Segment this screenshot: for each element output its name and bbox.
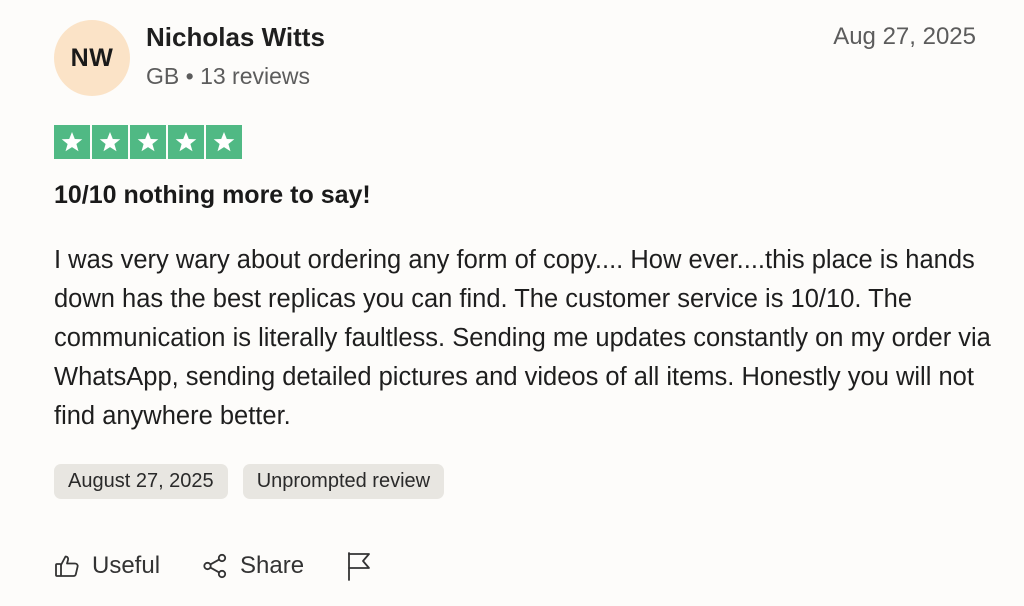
review-actions: Useful Share — [54, 551, 372, 581]
tag-unprompted-review[interactable]: Unprompted review — [242, 464, 445, 499]
star-2 — [92, 125, 128, 159]
reviewer-name[interactable]: Nicholas Witts — [146, 22, 325, 53]
share-icon — [202, 553, 228, 579]
review-title: 10/10 nothing more to say! — [54, 181, 371, 209]
thumbs-up-icon — [54, 553, 80, 579]
avatar: NW — [54, 20, 130, 96]
share-label: Share — [240, 552, 305, 579]
avatar-initials: NW — [70, 43, 114, 72]
star-icon — [137, 132, 159, 152]
star-1 — [54, 125, 90, 159]
star-icon — [213, 132, 235, 152]
star-icon — [175, 132, 197, 152]
star-3 — [130, 125, 166, 159]
share-button[interactable]: Share — [202, 552, 304, 580]
reviewer-meta: GB • 13 reviews — [146, 63, 310, 89]
review-tags: August 27, 2025 Unprompted review — [54, 464, 445, 499]
star-rating — [54, 125, 242, 159]
flag-icon — [346, 551, 372, 581]
star-4 — [168, 125, 204, 159]
star-icon — [61, 132, 83, 152]
useful-label: Useful — [92, 552, 161, 579]
star-5 — [206, 125, 242, 159]
report-button[interactable] — [346, 551, 372, 581]
review-card: NW Nicholas Witts GB • 13 reviews Aug 27… — [0, 0, 1024, 606]
review-body: I was very wary about ordering any form … — [54, 246, 991, 430]
tag-experience-date: August 27, 2025 — [54, 464, 228, 499]
star-icon — [99, 132, 121, 152]
review-date: Aug 27, 2025 — [833, 23, 976, 50]
useful-button[interactable]: Useful — [54, 552, 160, 580]
